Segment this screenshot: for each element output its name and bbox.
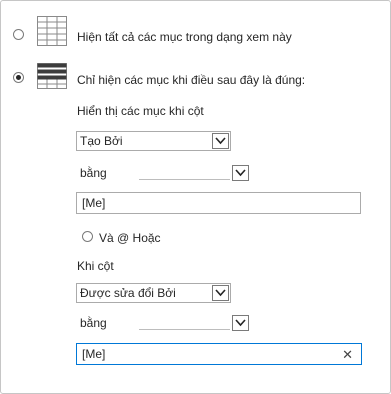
chevron-down-icon[interactable] [232,315,249,331]
chevron-down-icon[interactable] [232,165,249,181]
close-icon[interactable]: ✕ [342,347,353,362]
and-or-label: Và @ Hoặc [99,231,161,245]
chevron-down-icon[interactable] [212,285,229,301]
operator-underline [139,329,230,330]
chevron-down-icon[interactable] [212,133,229,149]
condition2-column-value: Được sửa đổi Bởi [80,286,176,300]
condition1-operator-select[interactable]: bằng [76,163,251,183]
filtered-list-icon [37,63,67,92]
condition2-operator-value: bằng [80,316,107,330]
condition1-value-field[interactable]: [Me] [76,192,361,214]
show-all-radio[interactable] [13,29,24,40]
filter-label: Chỉ hiện các mục khi điều sau đây là đún… [77,73,306,87]
condition1-value-text: [Me] [82,196,106,210]
list-view-icon [37,16,67,49]
condition2-heading: Khi cột [77,259,114,273]
condition2-operator-select[interactable]: bằng [76,313,251,333]
show-all-label: Hiện tất cả các mục trong dạng xem này [77,30,292,44]
condition1-heading: Hiển thị các mục khi cột [77,104,204,118]
condition2-value-field[interactable]: [Me] ✕ [76,343,362,365]
condition2-value-text: [Me] [82,347,106,361]
and-or-radio[interactable] [82,231,93,242]
operator-underline [139,179,230,180]
condition2-column-select[interactable]: Được sửa đổi Bởi [76,283,231,303]
condition1-column-value: Tạo Bởi [80,134,123,148]
condition1-column-select[interactable]: Tạo Bởi [76,131,231,151]
filter-radio[interactable] [13,72,24,83]
condition1-operator-value: bằng [80,166,107,180]
